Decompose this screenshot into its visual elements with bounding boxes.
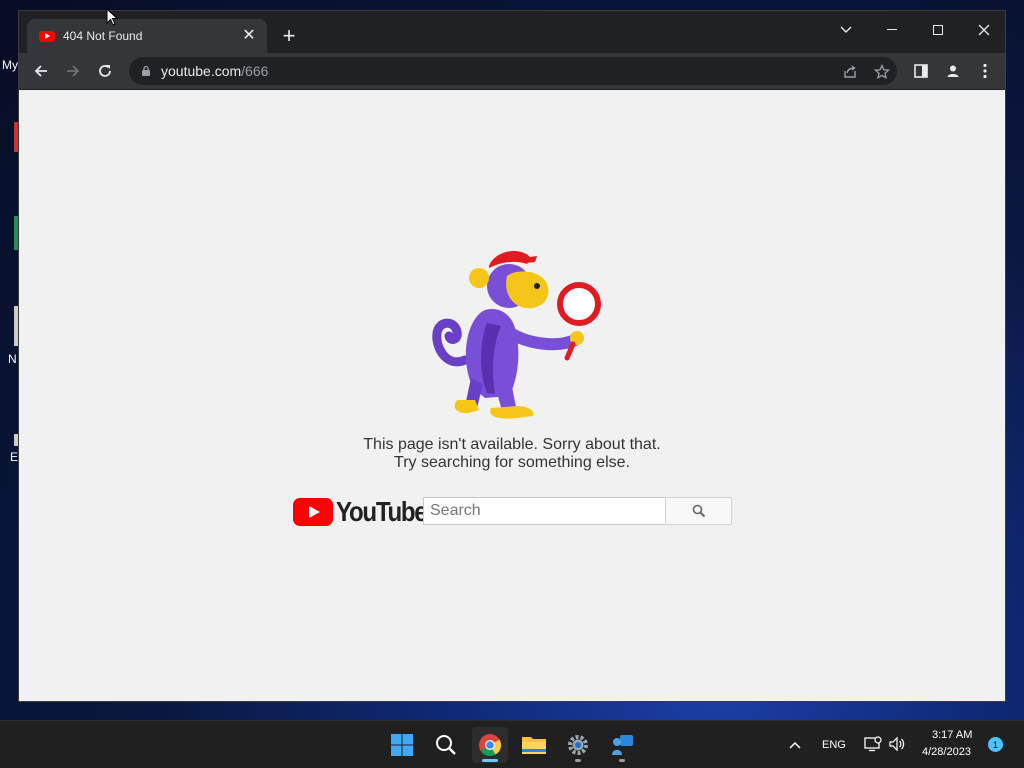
taskbar-chrome[interactable] [472, 727, 508, 763]
mouse-cursor-icon [106, 8, 118, 26]
start-icon [391, 734, 413, 756]
maximize-button[interactable] [923, 17, 953, 43]
profile-button[interactable] [941, 59, 965, 83]
monkey-illustration [432, 251, 601, 419]
clock-date: 4/28/2023 [922, 746, 971, 758]
side-panel-icon [914, 64, 928, 78]
tab-search-button[interactable] [831, 17, 861, 43]
network-icon-button[interactable] [864, 736, 882, 757]
youtube-icon [39, 30, 55, 42]
menu-button[interactable] [973, 59, 997, 83]
tab-title: 404 Not Found [63, 29, 143, 43]
search-input[interactable] [423, 497, 666, 525]
volume-icon [889, 736, 905, 752]
close-tab-icon[interactable]: ✕ [241, 28, 257, 44]
page-content: This page isn't available. Sorry about t… [19, 90, 1005, 701]
tab-strip: 404 Not Found ✕ + [19, 11, 1005, 53]
clock-time: 3:17 AM [932, 729, 973, 741]
minimize-button[interactable] [877, 17, 907, 43]
lock-icon[interactable] [141, 65, 151, 77]
running-app-indicator [575, 759, 581, 762]
search-button[interactable] [665, 497, 732, 525]
search-icon [436, 735, 456, 755]
start-button[interactable] [384, 727, 420, 763]
error-message-line1: This page isn't available. Sorry about t… [363, 436, 661, 453]
close-icon [978, 24, 990, 36]
star-icon [874, 64, 890, 80]
notification-count: 1 [992, 739, 998, 750]
active-app-indicator [482, 759, 498, 762]
back-button[interactable] [29, 59, 53, 83]
taskbar-teams[interactable] [604, 727, 640, 763]
taskbar-search-button[interactable] [428, 727, 464, 763]
teams-icon [612, 735, 633, 755]
running-app-indicator [619, 759, 625, 762]
notification-badge[interactable]: 1 [988, 737, 1003, 752]
bookmark-button[interactable] [873, 63, 891, 81]
youtube-logo[interactable]: YouTube [293, 496, 441, 528]
language-indicator[interactable]: ENG [822, 739, 846, 751]
settings-icon [568, 735, 588, 755]
taskbar-settings[interactable] [560, 727, 596, 763]
close-window-button[interactable] [969, 17, 999, 43]
new-tab-button[interactable]: + [279, 25, 299, 47]
address-bar[interactable]: youtube.com/666 [129, 57, 897, 85]
network-icon [864, 736, 882, 752]
share-button[interactable] [841, 63, 859, 81]
side-panel-button[interactable] [909, 59, 933, 83]
back-arrow-icon [34, 65, 47, 77]
show-hidden-icons-button[interactable] [788, 737, 802, 755]
forward-arrow-icon [67, 65, 80, 77]
chrome-icon [479, 734, 501, 756]
file-explorer-icon [522, 737, 546, 754]
taskbar-file-explorer[interactable] [516, 727, 552, 763]
youtube-play-icon [293, 498, 333, 526]
chevron-up-icon [789, 741, 801, 749]
error-message-line2: Try searching for something else. [394, 454, 630, 471]
url-path: /666 [241, 63, 269, 79]
volume-button[interactable] [888, 736, 906, 757]
browser-window: 404 Not Found ✕ + youtube.com/666 This p… [18, 10, 1006, 702]
search-icon [692, 504, 705, 518]
youtube-wordmark: YouTube [336, 496, 428, 527]
taskbar: ENG 3:17 AM 4/28/2023 1 [0, 720, 1024, 768]
kebab-menu-icon [983, 63, 987, 79]
maximize-icon [933, 25, 943, 35]
reload-button[interactable] [93, 59, 117, 83]
reload-icon [99, 65, 111, 77]
url-host: youtube.com [161, 63, 242, 79]
forward-button[interactable] [61, 59, 85, 83]
chevron-down-icon [840, 26, 852, 33]
browser-toolbar: youtube.com/666 [19, 53, 1005, 89]
share-icon [844, 65, 856, 78]
tab-active[interactable]: 404 Not Found ✕ [27, 19, 267, 53]
profile-icon [947, 65, 959, 77]
minimize-icon [887, 29, 897, 30]
